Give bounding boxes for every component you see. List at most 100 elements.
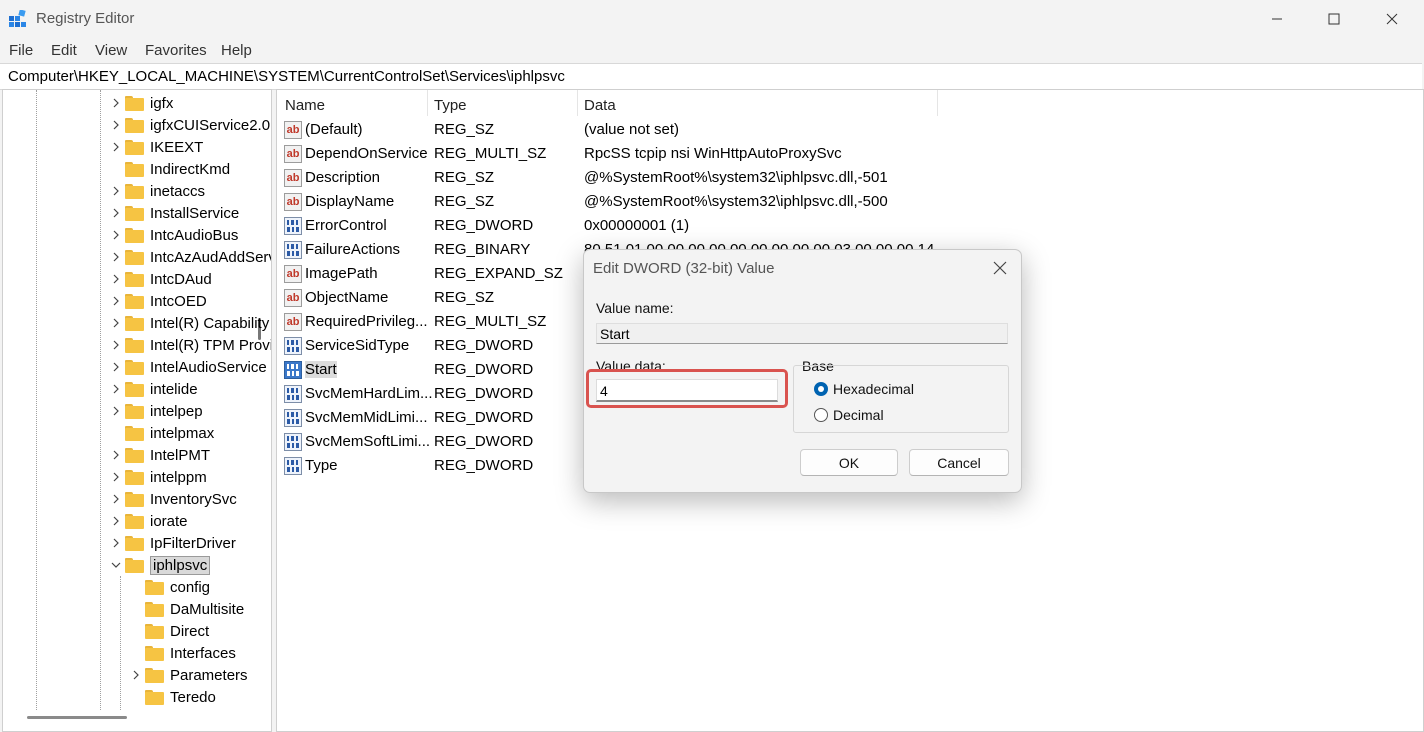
minimize-button[interactable] <box>1248 0 1306 38</box>
folder-icon <box>125 359 144 375</box>
chevron-right-icon[interactable] <box>111 142 121 152</box>
tree-item-label: Teredo <box>170 688 216 706</box>
folder-icon <box>145 689 164 705</box>
window-title: Registry Editor <box>36 10 135 27</box>
tree-item-label: InventorySvc <box>150 490 237 508</box>
tree-item[interactable]: IntelPMT <box>113 444 210 466</box>
maximize-button[interactable] <box>1305 0 1363 38</box>
column-header-type[interactable]: Type <box>434 97 467 114</box>
tree-item[interactable]: Intel(R) TPM Provisioning Service <box>113 334 271 356</box>
value-type: REG_SZ <box>434 121 495 138</box>
chevron-right-icon[interactable] <box>111 450 121 460</box>
tree-pane[interactable]: igfx igfxCUIService2.0.0.0 IKEEXT IndirectK… <box>2 89 272 732</box>
tree-item[interactable]: Interfaces <box>145 642 236 664</box>
menu-view[interactable]: View <box>95 42 127 59</box>
tree-item-label: Direct <box>170 622 210 640</box>
chevron-right-icon[interactable] <box>111 208 121 218</box>
tree-item[interactable]: intelpep <box>113 400 203 422</box>
chevron-right-icon[interactable] <box>131 670 141 680</box>
tree-item[interactable]: Intel(R) Capability Licensing Service TC… <box>113 312 271 334</box>
tree-item[interactable]: config <box>145 576 210 598</box>
chevron-right-icon[interactable] <box>111 318 121 328</box>
value-name: RequiredPrivileg... <box>305 313 428 330</box>
chevron-right-icon[interactable] <box>111 274 121 284</box>
folder-icon <box>145 623 164 639</box>
chevron-right-icon[interactable] <box>111 538 121 548</box>
value-type: REG_MULTI_SZ <box>434 145 547 162</box>
tree-item[interactable]: igfxCUIService2.0.0.0 <box>113 114 271 136</box>
tree-horizontal-scrollbar[interactable] <box>27 716 127 719</box>
decimal-radio[interactable] <box>814 408 828 422</box>
menu-help[interactable]: Help <box>221 42 252 59</box>
value-data-highlight <box>586 369 788 408</box>
tree-item[interactable]: IpFilterDriver <box>113 532 236 554</box>
folder-icon <box>125 513 144 529</box>
column-header-data[interactable]: Data <box>584 97 616 114</box>
cancel-button[interactable]: Cancel <box>909 449 1009 476</box>
tree-item[interactable]: IntcDAud <box>113 268 212 290</box>
close-button[interactable] <box>1363 0 1421 38</box>
menu-file[interactable]: File <box>9 42 33 59</box>
value-row[interactable]: ErrorControl REG_DWORD 0x00000001 (1) <box>277 214 1177 238</box>
folder-icon <box>125 447 144 463</box>
tree-guide-line <box>100 90 101 710</box>
tree-item[interactable]: IntcOED <box>113 290 207 312</box>
chevron-right-icon[interactable] <box>111 472 121 482</box>
address-bar[interactable]: Computer\HKEY_LOCAL_MACHINE\SYSTEM\Curre… <box>0 63 1422 90</box>
chevron-right-icon[interactable] <box>111 406 121 416</box>
tree-item[interactable]: igfx <box>113 92 173 114</box>
tree-item[interactable]: Direct <box>145 620 209 642</box>
tree-item[interactable]: IntcAzAudAddService <box>113 246 271 268</box>
value-row[interactable]: ab Description REG_SZ @%SystemRoot%\system3… <box>277 166 1177 190</box>
string-value-icon: ab <box>284 169 302 187</box>
tree-item[interactable]: intelpmax <box>125 422 214 444</box>
chevron-right-icon[interactable] <box>111 296 121 306</box>
folder-icon <box>125 535 144 551</box>
tree-item[interactable]: inetaccs <box>113 180 205 202</box>
value-row[interactable]: ab (Default) REG_SZ (value not set) <box>277 118 1177 142</box>
tree-item[interactable]: iphlpsvc <box>111 554 211 576</box>
menu-favorites[interactable]: Favorites <box>145 42 207 59</box>
chevron-down-icon[interactable] <box>111 560 121 570</box>
tree-item[interactable]: InstallService <box>113 202 239 224</box>
chevron-right-icon[interactable] <box>111 340 121 350</box>
chevron-right-icon[interactable] <box>111 98 121 108</box>
chevron-right-icon[interactable] <box>111 186 121 196</box>
decimal-radio-option[interactable]: Decimal <box>814 407 964 425</box>
tree-item-label: IpFilterDriver <box>150 534 236 552</box>
tree-item[interactable]: IndirectKmd <box>125 158 230 180</box>
menu-edit[interactable]: Edit <box>51 42 77 59</box>
column-header-name[interactable]: Name <box>285 97 325 114</box>
chevron-right-icon[interactable] <box>111 384 121 394</box>
value-type: REG_DWORD <box>434 433 534 450</box>
chevron-right-icon[interactable] <box>111 252 121 262</box>
tree-item[interactable]: IntelAudioService <box>113 356 267 378</box>
tree-item[interactable]: DaMultisite <box>145 598 244 620</box>
tree-item[interactable]: InventorySvc <box>113 488 237 510</box>
hexadecimal-label: Hexadecimal <box>833 381 914 397</box>
hexadecimal-radio[interactable] <box>814 382 828 396</box>
column-separator[interactable] <box>577 90 578 116</box>
tree-item[interactable]: IKEEXT <box>113 136 203 158</box>
column-separator[interactable] <box>427 90 428 116</box>
chevron-right-icon[interactable] <box>111 120 121 130</box>
tree-item[interactable]: intelide <box>113 378 198 400</box>
chevron-right-icon[interactable] <box>111 362 121 372</box>
chevron-right-icon[interactable] <box>111 494 121 504</box>
chevron-right-icon[interactable] <box>111 230 121 240</box>
column-separator[interactable] <box>937 90 938 116</box>
tree-item[interactable]: Teredo <box>145 686 216 708</box>
chevron-right-icon[interactable] <box>111 516 121 526</box>
binary-value-icon <box>284 361 302 379</box>
tree-item[interactable]: iorate <box>113 510 188 532</box>
hexadecimal-radio-option[interactable]: Hexadecimal <box>814 381 964 399</box>
value-name: FailureActions <box>305 241 401 258</box>
value-row[interactable]: ab DisplayName REG_SZ @%SystemRoot%\system3… <box>277 190 1177 214</box>
tree-item[interactable]: Parameters <box>133 664 248 686</box>
string-value-icon: ab <box>284 145 302 163</box>
value-row[interactable]: ab DependOnService REG_MULTI_SZ RpcSS tcpip… <box>277 142 1177 166</box>
ok-button[interactable]: OK <box>800 449 898 476</box>
tree-item[interactable]: IntcAudioBus <box>113 224 238 246</box>
close-icon[interactable] <box>992 260 1008 276</box>
tree-item[interactable]: intelppm <box>113 466 207 488</box>
